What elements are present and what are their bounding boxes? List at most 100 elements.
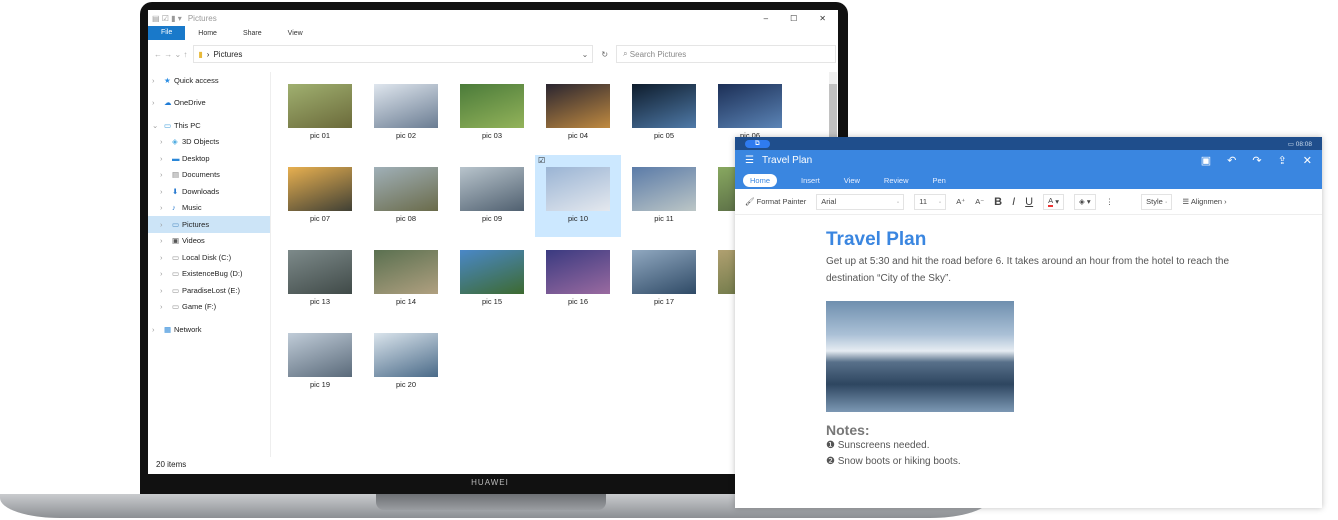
highlight-button[interactable]: ◈ ▾ [1074,193,1096,210]
picture-image [460,84,524,128]
chevron-right-icon[interactable]: › [152,98,164,107]
address-input[interactable]: ▮ › Pictures ⌄ [193,45,594,63]
checkbox-icon[interactable]: ☑ [538,156,545,165]
picture-thumbnail[interactable]: pic 13 [277,250,363,332]
nav-item[interactable]: › ♪ Music [148,200,270,217]
menu-icon[interactable]: ☰ [745,155,754,166]
title-bar: ▤ ☑ ▮ ▾ Pictures – ☐ ✕ [148,10,838,26]
nav-item[interactable]: › ▬ Desktop [148,150,270,167]
nav-item[interactable]: › ▭ Pictures [148,216,270,233]
picture-thumbnail[interactable]: pic 09 [449,167,535,249]
nav-item[interactable]: › ★ Quick access [148,72,270,89]
nav-item[interactable]: › ☁ OneDrive [148,95,270,112]
picture-thumbnail[interactable]: pic 03 [449,84,535,166]
nav-arrows-icon[interactable]: ← → ⌄ ↑ [148,50,193,59]
font-color-button[interactable]: A ▾ [1043,193,1064,210]
font-size-select[interactable]: 11 · [914,193,947,210]
close-button[interactable]: ✕ [819,14,826,23]
computer-icon: ▭ [164,120,172,130]
alignment-button[interactable]: ☰ Alignmen › [1182,197,1226,206]
redo-icon[interactable]: ↷ [1252,154,1261,167]
app-tab[interactable]: Insert [801,176,820,185]
app-tab[interactable]: View [844,176,860,185]
picture-image [374,84,438,128]
chevron-right-icon[interactable]: › [160,137,172,146]
chevron-down-icon[interactable]: ⌄ [152,121,164,130]
nav-item[interactable]: › ⬇ Downloads [148,183,270,200]
nav-item[interactable]: › ▭ Local Disk (C:) [148,249,270,266]
chevron-right-icon[interactable]: › [160,170,172,179]
nav-item[interactable]: › ▦ Network [148,321,270,338]
share-icon[interactable]: ⇪ [1278,154,1287,167]
picture-thumbnail[interactable]: pic 19 [277,333,363,415]
picture-thumbnail[interactable]: pic 05 [621,84,707,166]
note-item: ❷ Snow boots or hiking boots. [826,456,961,467]
picture-thumbnail[interactable]: pic 14 [363,250,449,332]
style-select[interactable]: Style · [1141,193,1173,210]
chevron-right-icon[interactable]: › [152,76,164,85]
chevron-right-icon[interactable]: › [160,269,172,278]
picture-thumbnail[interactable]: pic 02 [363,84,449,166]
nav-item[interactable]: › ▤ Documents [148,167,270,184]
picture-image [288,333,352,377]
picture-label: pic 09 [481,214,502,223]
maximize-button[interactable]: ☐ [790,14,797,23]
ribbon-tab[interactable]: View [275,30,316,37]
network-icon: ▦ [164,324,172,334]
picture-thumbnail[interactable]: pic 07 [277,167,363,249]
app-tab[interactable]: Home [743,173,778,187]
picture-thumbnail[interactable]: pic 11 [621,167,707,249]
music-icon: ♪ [172,203,176,213]
nav-item[interactable]: › ▭ Game (F:) [148,299,270,316]
app-tab[interactable]: Pen [933,176,946,185]
picture-thumbnail[interactable]: pic 04 [535,84,621,166]
chevron-right-icon[interactable]: › [160,220,172,229]
refresh-icon[interactable]: ↻ [593,50,616,59]
nav-item[interactable]: › ▣ Videos [148,233,270,250]
italic-icon[interactable]: I [1012,196,1015,208]
close-icon[interactable]: ✕ [1303,154,1312,167]
ribbon-tab[interactable]: Share [230,30,275,37]
multi-window-icon[interactable]: ⧉ [745,139,770,148]
search-input[interactable]: ⌕ Search Pictures [616,45,837,63]
picture-thumbnail[interactable]: pic 17 [621,250,707,332]
quick-access-toolbar-icon[interactable]: ▤ ☑ ▮ ▾ [152,14,182,23]
chevron-right-icon[interactable]: › [160,203,172,212]
increase-font-icon[interactable]: A⁺ [956,197,965,206]
nav-item-label: Desktop [182,153,210,163]
chevron-right-icon[interactable]: › [160,187,172,196]
app-tab[interactable]: Review [884,176,909,185]
picture-thumbnail[interactable]: pic 20 [363,333,449,415]
picture-thumbnail[interactable]: pic 08 [363,167,449,249]
chevron-down-icon[interactable]: ⌄ [582,50,593,59]
font-select[interactable]: Arial · [816,193,905,210]
more-icon[interactable]: ⋮ [1106,197,1114,206]
chevron-right-icon[interactable]: › [152,325,164,334]
minimize-button[interactable]: – [764,14,768,23]
picture-thumbnail[interactable]: pic 01 [277,84,363,166]
nav-item-label: Downloads [182,186,220,196]
undo-icon[interactable]: ↶ [1227,154,1236,167]
bold-icon[interactable]: B [994,196,1002,208]
desktop-icon: ▬ [172,153,180,163]
picture-thumbnail[interactable]: pic 16 [535,250,621,332]
picture-thumbnail[interactable]: ☑ pic 10 [535,155,621,237]
search-placeholder: Search Pictures [629,49,687,59]
chevron-right-icon[interactable]: › [160,302,172,311]
format-painter-button[interactable]: 🖌 Format Painter [745,197,806,206]
picture-thumbnail[interactable]: pic 15 [449,250,535,332]
picture-image [288,84,352,128]
chevron-right-icon[interactable]: › [160,253,172,262]
ribbon-tab[interactable]: File [148,26,186,40]
nav-item[interactable]: ⌄ ▭ This PC [148,117,270,134]
ribbon-tab[interactable]: Home [185,30,230,37]
nav-item[interactable]: › ◈ 3D Objects [148,134,270,151]
save-icon[interactable]: ▣ [1201,154,1211,167]
chevron-right-icon[interactable]: › [160,154,172,163]
underline-icon[interactable]: U [1025,196,1033,208]
chevron-right-icon[interactable]: › [160,236,172,245]
decrease-font-icon[interactable]: A⁻ [975,197,984,206]
chevron-right-icon[interactable]: › [160,286,172,295]
nav-item[interactable]: › ▭ ParadiseLost (E:) [148,282,270,299]
nav-item[interactable]: › ▭ ExistenceBug (D:) [148,266,270,283]
